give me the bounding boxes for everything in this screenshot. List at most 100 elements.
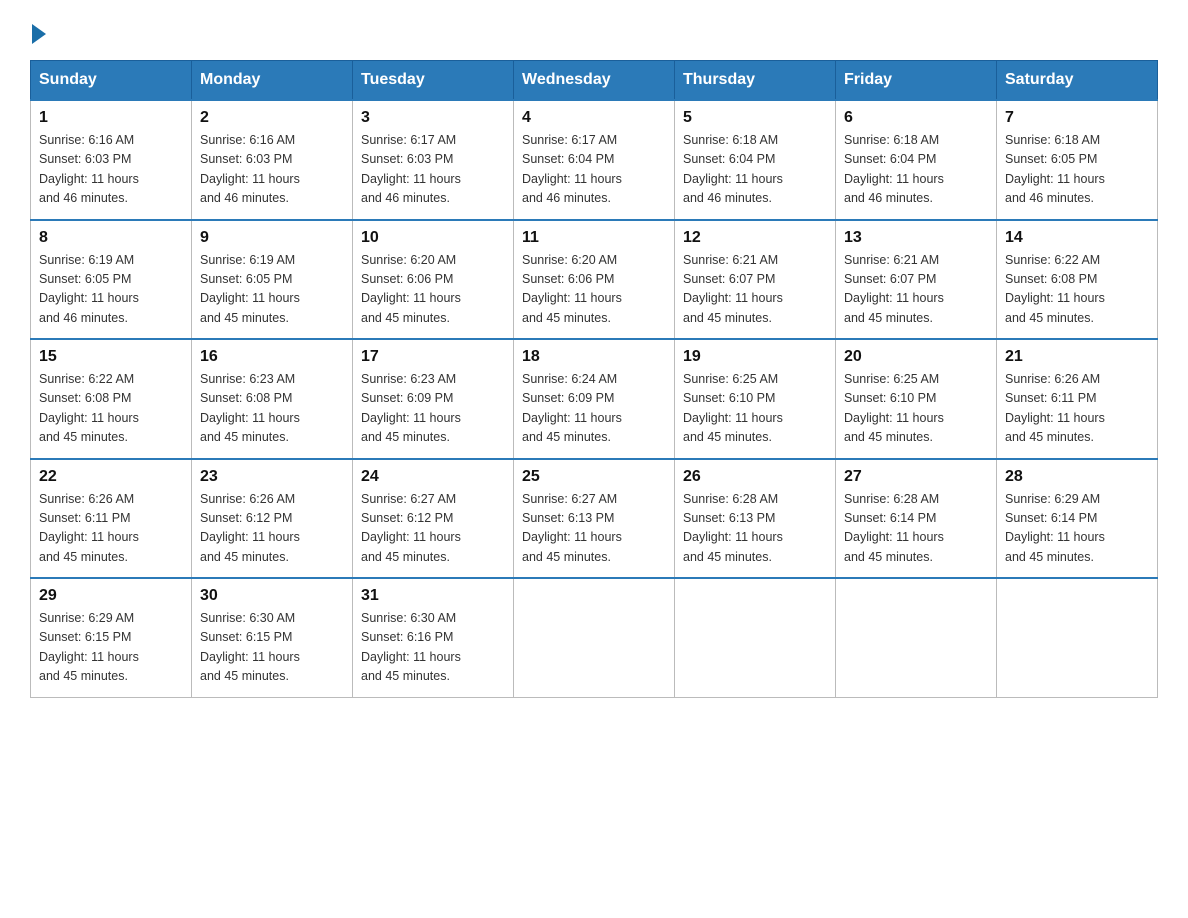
day-number: 21: [1005, 348, 1149, 366]
day-info: Sunrise: 6:29 AMSunset: 6:15 PMDaylight:…: [39, 609, 183, 687]
day-info: Sunrise: 6:23 AMSunset: 6:09 PMDaylight:…: [361, 370, 505, 448]
day-number: 18: [522, 348, 666, 366]
day-info: Sunrise: 6:19 AMSunset: 6:05 PMDaylight:…: [39, 251, 183, 329]
day-info: Sunrise: 6:18 AMSunset: 6:04 PMDaylight:…: [683, 131, 827, 209]
day-info: Sunrise: 6:24 AMSunset: 6:09 PMDaylight:…: [522, 370, 666, 448]
day-info: Sunrise: 6:21 AMSunset: 6:07 PMDaylight:…: [844, 251, 988, 329]
week-row-1: 1 Sunrise: 6:16 AMSunset: 6:03 PMDayligh…: [31, 100, 1158, 220]
day-info: Sunrise: 6:30 AMSunset: 6:16 PMDaylight:…: [361, 609, 505, 687]
day-number: 12: [683, 229, 827, 247]
day-number: 29: [39, 587, 183, 605]
calendar-cell: 22 Sunrise: 6:26 AMSunset: 6:11 PMDaylig…: [31, 459, 192, 579]
calendar-cell: 19 Sunrise: 6:25 AMSunset: 6:10 PMDaylig…: [675, 339, 836, 459]
day-info: Sunrise: 6:26 AMSunset: 6:11 PMDaylight:…: [1005, 370, 1149, 448]
day-number: 11: [522, 229, 666, 247]
day-info: Sunrise: 6:27 AMSunset: 6:12 PMDaylight:…: [361, 490, 505, 568]
calendar-cell: [675, 578, 836, 697]
calendar-cell: 1 Sunrise: 6:16 AMSunset: 6:03 PMDayligh…: [31, 100, 192, 220]
day-info: Sunrise: 6:25 AMSunset: 6:10 PMDaylight:…: [683, 370, 827, 448]
calendar-header-row: SundayMondayTuesdayWednesdayThursdayFrid…: [31, 61, 1158, 101]
calendar-cell: 5 Sunrise: 6:18 AMSunset: 6:04 PMDayligh…: [675, 100, 836, 220]
col-header-tuesday: Tuesday: [353, 61, 514, 101]
calendar-cell: 15 Sunrise: 6:22 AMSunset: 6:08 PMDaylig…: [31, 339, 192, 459]
calendar-cell: 28 Sunrise: 6:29 AMSunset: 6:14 PMDaylig…: [997, 459, 1158, 579]
page-header: [30, 20, 1158, 40]
day-number: 9: [200, 229, 344, 247]
day-info: Sunrise: 6:16 AMSunset: 6:03 PMDaylight:…: [39, 131, 183, 209]
calendar-cell: 30 Sunrise: 6:30 AMSunset: 6:15 PMDaylig…: [192, 578, 353, 697]
calendar-cell: 29 Sunrise: 6:29 AMSunset: 6:15 PMDaylig…: [31, 578, 192, 697]
calendar-cell: 24 Sunrise: 6:27 AMSunset: 6:12 PMDaylig…: [353, 459, 514, 579]
day-number: 17: [361, 348, 505, 366]
logo: [30, 20, 46, 40]
day-number: 25: [522, 468, 666, 486]
calendar-cell: 8 Sunrise: 6:19 AMSunset: 6:05 PMDayligh…: [31, 220, 192, 340]
logo-arrow-icon: [32, 24, 46, 44]
day-number: 16: [200, 348, 344, 366]
day-number: 26: [683, 468, 827, 486]
day-number: 10: [361, 229, 505, 247]
day-info: Sunrise: 6:19 AMSunset: 6:05 PMDaylight:…: [200, 251, 344, 329]
day-info: Sunrise: 6:26 AMSunset: 6:11 PMDaylight:…: [39, 490, 183, 568]
calendar-cell: 3 Sunrise: 6:17 AMSunset: 6:03 PMDayligh…: [353, 100, 514, 220]
calendar-cell: 20 Sunrise: 6:25 AMSunset: 6:10 PMDaylig…: [836, 339, 997, 459]
calendar-cell: 23 Sunrise: 6:26 AMSunset: 6:12 PMDaylig…: [192, 459, 353, 579]
calendar-cell: 11 Sunrise: 6:20 AMSunset: 6:06 PMDaylig…: [514, 220, 675, 340]
calendar-cell: 13 Sunrise: 6:21 AMSunset: 6:07 PMDaylig…: [836, 220, 997, 340]
day-number: 7: [1005, 109, 1149, 127]
day-number: 19: [683, 348, 827, 366]
day-info: Sunrise: 6:20 AMSunset: 6:06 PMDaylight:…: [522, 251, 666, 329]
day-number: 6: [844, 109, 988, 127]
calendar-cell: 6 Sunrise: 6:18 AMSunset: 6:04 PMDayligh…: [836, 100, 997, 220]
day-info: Sunrise: 6:17 AMSunset: 6:03 PMDaylight:…: [361, 131, 505, 209]
day-info: Sunrise: 6:28 AMSunset: 6:13 PMDaylight:…: [683, 490, 827, 568]
calendar-cell: 10 Sunrise: 6:20 AMSunset: 6:06 PMDaylig…: [353, 220, 514, 340]
week-row-2: 8 Sunrise: 6:19 AMSunset: 6:05 PMDayligh…: [31, 220, 1158, 340]
day-info: Sunrise: 6:22 AMSunset: 6:08 PMDaylight:…: [39, 370, 183, 448]
day-number: 4: [522, 109, 666, 127]
calendar-cell: 26 Sunrise: 6:28 AMSunset: 6:13 PMDaylig…: [675, 459, 836, 579]
col-header-wednesday: Wednesday: [514, 61, 675, 101]
logo-general: [30, 20, 46, 44]
day-info: Sunrise: 6:18 AMSunset: 6:04 PMDaylight:…: [844, 131, 988, 209]
calendar-cell: 14 Sunrise: 6:22 AMSunset: 6:08 PMDaylig…: [997, 220, 1158, 340]
calendar-cell: [836, 578, 997, 697]
day-number: 14: [1005, 229, 1149, 247]
day-number: 20: [844, 348, 988, 366]
day-info: Sunrise: 6:20 AMSunset: 6:06 PMDaylight:…: [361, 251, 505, 329]
calendar-table: SundayMondayTuesdayWednesdayThursdayFrid…: [30, 60, 1158, 698]
col-header-saturday: Saturday: [997, 61, 1158, 101]
calendar-cell: [997, 578, 1158, 697]
calendar-cell: 2 Sunrise: 6:16 AMSunset: 6:03 PMDayligh…: [192, 100, 353, 220]
day-number: 5: [683, 109, 827, 127]
week-row-4: 22 Sunrise: 6:26 AMSunset: 6:11 PMDaylig…: [31, 459, 1158, 579]
day-number: 3: [361, 109, 505, 127]
week-row-5: 29 Sunrise: 6:29 AMSunset: 6:15 PMDaylig…: [31, 578, 1158, 697]
calendar-cell: 17 Sunrise: 6:23 AMSunset: 6:09 PMDaylig…: [353, 339, 514, 459]
day-info: Sunrise: 6:25 AMSunset: 6:10 PMDaylight:…: [844, 370, 988, 448]
day-number: 27: [844, 468, 988, 486]
calendar-cell: 16 Sunrise: 6:23 AMSunset: 6:08 PMDaylig…: [192, 339, 353, 459]
day-info: Sunrise: 6:18 AMSunset: 6:05 PMDaylight:…: [1005, 131, 1149, 209]
day-info: Sunrise: 6:27 AMSunset: 6:13 PMDaylight:…: [522, 490, 666, 568]
day-number: 13: [844, 229, 988, 247]
day-info: Sunrise: 6:30 AMSunset: 6:15 PMDaylight:…: [200, 609, 344, 687]
day-info: Sunrise: 6:21 AMSunset: 6:07 PMDaylight:…: [683, 251, 827, 329]
day-number: 8: [39, 229, 183, 247]
col-header-sunday: Sunday: [31, 61, 192, 101]
day-info: Sunrise: 6:16 AMSunset: 6:03 PMDaylight:…: [200, 131, 344, 209]
day-info: Sunrise: 6:26 AMSunset: 6:12 PMDaylight:…: [200, 490, 344, 568]
calendar-cell: 7 Sunrise: 6:18 AMSunset: 6:05 PMDayligh…: [997, 100, 1158, 220]
calendar-cell: 21 Sunrise: 6:26 AMSunset: 6:11 PMDaylig…: [997, 339, 1158, 459]
calendar-cell: 31 Sunrise: 6:30 AMSunset: 6:16 PMDaylig…: [353, 578, 514, 697]
day-number: 22: [39, 468, 183, 486]
day-info: Sunrise: 6:29 AMSunset: 6:14 PMDaylight:…: [1005, 490, 1149, 568]
day-number: 24: [361, 468, 505, 486]
calendar-cell: 18 Sunrise: 6:24 AMSunset: 6:09 PMDaylig…: [514, 339, 675, 459]
day-number: 23: [200, 468, 344, 486]
col-header-monday: Monday: [192, 61, 353, 101]
col-header-friday: Friday: [836, 61, 997, 101]
day-number: 31: [361, 587, 505, 605]
calendar-cell: 25 Sunrise: 6:27 AMSunset: 6:13 PMDaylig…: [514, 459, 675, 579]
day-number: 1: [39, 109, 183, 127]
